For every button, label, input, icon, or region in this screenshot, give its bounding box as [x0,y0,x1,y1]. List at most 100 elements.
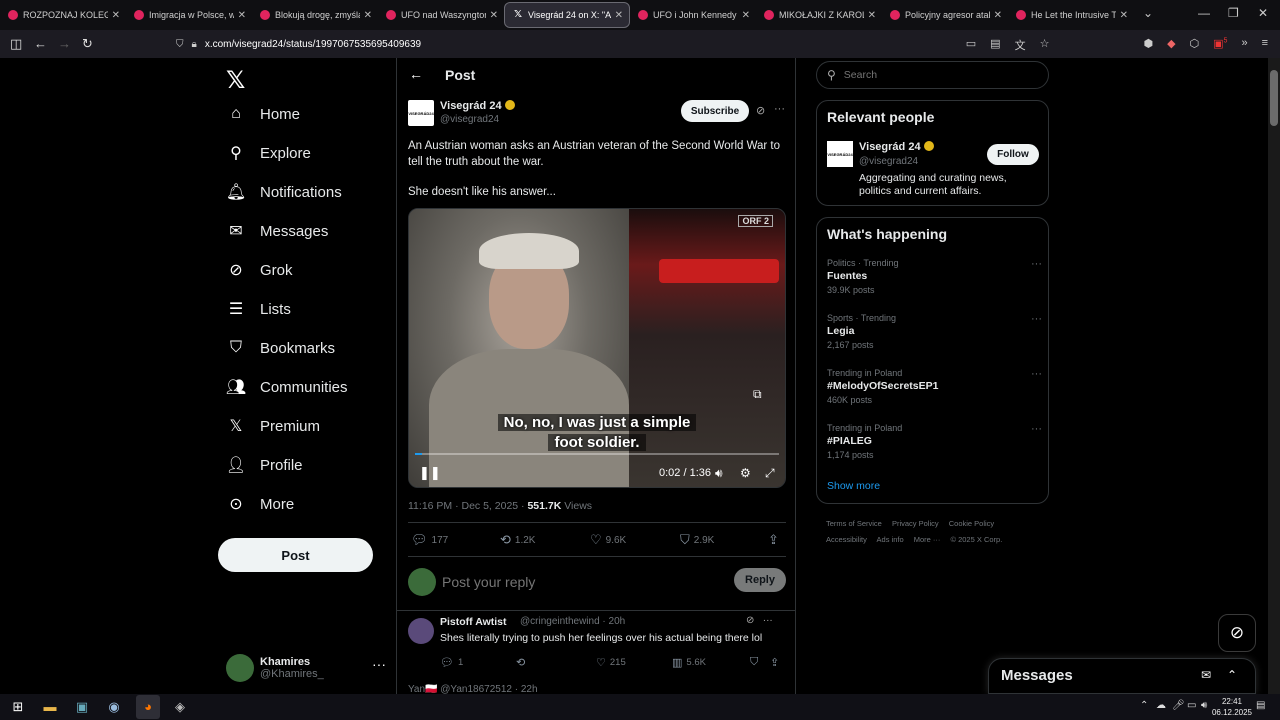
browser-tab[interactable]: UFO nad Waszyngtonem✕ [378,2,504,28]
pause-icon[interactable]: ❚❚ [419,465,441,481]
video-player[interactable]: ORF 2 ⧉ No, no, I was just a simple foot… [408,208,786,488]
sidebar-toggle-icon[interactable]: ◫ [10,36,22,52]
microphone-icon[interactable]: 🎤︎ [1172,700,1185,711]
cloud-icon[interactable]: ☁ [1156,700,1166,711]
more-icon[interactable]: ··· [1031,258,1042,270]
extension-badge-icon[interactable]: ▣5 [1213,37,1227,53]
like-action[interactable]: ♡ 9.6K [590,532,626,548]
nav-lists[interactable]: ☰ Lists [226,299,291,319]
browser-tab-active[interactable]: 𝕏 Visegrád 24 on X: "A ✕ [504,2,630,28]
author-avatar[interactable]: VISEGRÁD24 [408,100,434,126]
comment-share-action[interactable]: ⇪ [770,656,783,669]
bookmark-star-icon[interactable]: ☆ [1040,37,1050,53]
close-icon[interactable]: ✕ [238,10,246,21]
extension-icon[interactable]: ◆ [1167,37,1175,53]
subscribe-button[interactable]: Subscribe [681,100,749,122]
nav-explore[interactable]: ⚲ Explore [226,143,311,163]
search-box[interactable]: ⚲ [816,61,1049,89]
app-icon[interactable]: ◈ [172,699,188,715]
account-switcher[interactable]: Khamires @Khamires_ ··· [226,648,386,688]
more-icon[interactable]: ··· [1031,313,1042,325]
footer-link[interactable]: Terms of Service [826,519,882,528]
tray-chevron-icon[interactable]: ⌃ [1140,700,1148,711]
nav-profile[interactable]: 👤︎ Profile [226,455,303,475]
more-icon[interactable]: ··· [763,615,773,626]
nav-home[interactable]: ⌂ Home [226,104,300,124]
post-button[interactable]: Post [218,538,373,572]
footer-link[interactable]: Cookie Policy [949,519,994,528]
network-icon[interactable]: ▭ [1187,700,1196,711]
expand-up-icon[interactable]: ⌃ [1227,668,1237,682]
avatar[interactable] [408,618,434,644]
person-avatar[interactable]: VISEGRÁD24 [827,141,853,167]
firefox-icon[interactable]: ◕ [140,699,156,715]
grok-icon[interactable]: ⊘ [746,615,754,626]
screenshot-icon[interactable]: ▭ [966,37,976,53]
notification-icon[interactable]: ▤ [1256,700,1265,711]
trend-item[interactable]: Trending in Poland #PIALEG 1,174 posts ·… [827,423,1042,460]
share-action[interactable]: ⇪ [768,532,783,548]
comment-bookmark-action[interactable]: ⛉ [750,656,762,669]
url-bar[interactable]: ⛉ 🔒︎ x.com/visegrad24/status/19970675356… [176,33,1050,55]
grok-icon[interactable]: ⊘ [756,104,765,117]
file-explorer-icon[interactable]: ▬ [42,699,58,715]
back-arrow-icon[interactable]: ← [409,66,423,82]
speaker-icon[interactable]: 🔊︎ [1201,700,1207,711]
nav-more[interactable]: ⊙ More [226,494,294,514]
footer-link[interactable]: Ads info [877,535,904,544]
scrollbar-thumb[interactable] [1270,70,1278,126]
more-icon[interactable]: ··· [774,103,785,115]
browser-tab[interactable]: ROZPOZNAJ KOLEGĘ PO✕ [0,2,126,28]
fullscreen-icon[interactable]: ⤢ [765,466,775,481]
vpn-icon[interactable]: ⬢ [1143,37,1153,53]
person-name-container[interactable]: Visegrád 24 [859,141,934,153]
nav-grok[interactable]: ⊘ Grok [226,260,292,280]
comment-handle[interactable]: @cringeinthewind · 20h [520,616,625,627]
trend-item[interactable]: Politics · Trending Fuentes 39.9K posts … [827,258,1042,295]
share-icon[interactable]: ⬡ [1190,37,1200,53]
post-timestamp[interactable]: 11:16 PM · Dec 5, 2025 · [408,500,527,512]
nav-bookmarks[interactable]: ⛉ Bookmarks [226,338,335,358]
browser-tab[interactable]: Blokują drogę, zmyślają✕ [252,2,378,28]
close-icon[interactable]: ✕ [364,10,372,21]
author-handle[interactable]: @visegrad24 [440,114,499,125]
x-logo-icon[interactable]: 𝕏 [226,66,245,95]
reply-input[interactable] [442,574,722,590]
back-icon[interactable]: ← [34,36,47,51]
bookmark-action[interactable]: ⛉ 2.9K [680,532,714,548]
window-close-icon[interactable]: ✕ [1258,6,1268,20]
settings-gear-icon[interactable]: ⚙ [740,466,751,480]
reply-action[interactable]: 💬︎ 177 [411,532,448,548]
footer-link[interactable]: Privacy Policy [892,519,939,528]
comment-author[interactable]: Pistoff Awtist [440,616,507,628]
system-clock[interactable]: 22:41 06.12.2025 [1210,696,1254,718]
reply-button[interactable]: Reply [734,568,786,592]
new-message-icon[interactable]: ✉ [1201,668,1211,682]
close-icon[interactable]: ✕ [868,10,876,21]
next-comment-peek[interactable]: Yan🇵🇱 @Yan18672512 · 22h [408,684,538,694]
repost-action[interactable]: ⟲ 1.2K [500,532,535,548]
footer-link[interactable]: Accessibility [826,535,867,544]
translate-icon[interactable]: 文 [1015,37,1026,53]
picture-in-picture-icon[interactable]: ⧉ [753,387,762,402]
comment[interactable]: Pistoff Awtist @cringeinthewind · 20h ⊘ … [408,614,786,676]
overflow-icon[interactable]: » [1241,37,1247,53]
reader-icon[interactable]: ▤ [990,37,1000,53]
browser-tab[interactable]: Policyjny agresor atakuje✕ [882,2,1008,28]
shield-icon[interactable]: ⛉ [176,39,184,50]
steam-icon[interactable]: ◉ [106,699,122,715]
footer-link[interactable]: More ··· [914,535,941,544]
close-icon[interactable]: ✕ [615,10,623,21]
grok-floating-button[interactable]: ⊘ [1218,614,1256,652]
comment-repost-action[interactable]: ⟲ [516,656,529,669]
app-icon[interactable]: ▣ [74,699,90,715]
trend-item[interactable]: Trending in Poland #MelodyOfSecretsEP1 4… [827,368,1042,405]
volume-icon[interactable]: 🔊︎ [715,466,723,481]
close-icon[interactable]: ✕ [490,10,498,21]
close-icon[interactable]: ✕ [1120,10,1128,21]
show-more-link[interactable]: Show more [827,480,880,492]
nav-notifications[interactable]: 🔔︎ Notifications [226,182,342,202]
nav-messages[interactable]: ✉ Messages [226,221,328,241]
menu-icon[interactable]: ≡ [1262,37,1268,53]
trend-item[interactable]: Sports · Trending Legia 2,167 posts ··· [827,313,1042,350]
